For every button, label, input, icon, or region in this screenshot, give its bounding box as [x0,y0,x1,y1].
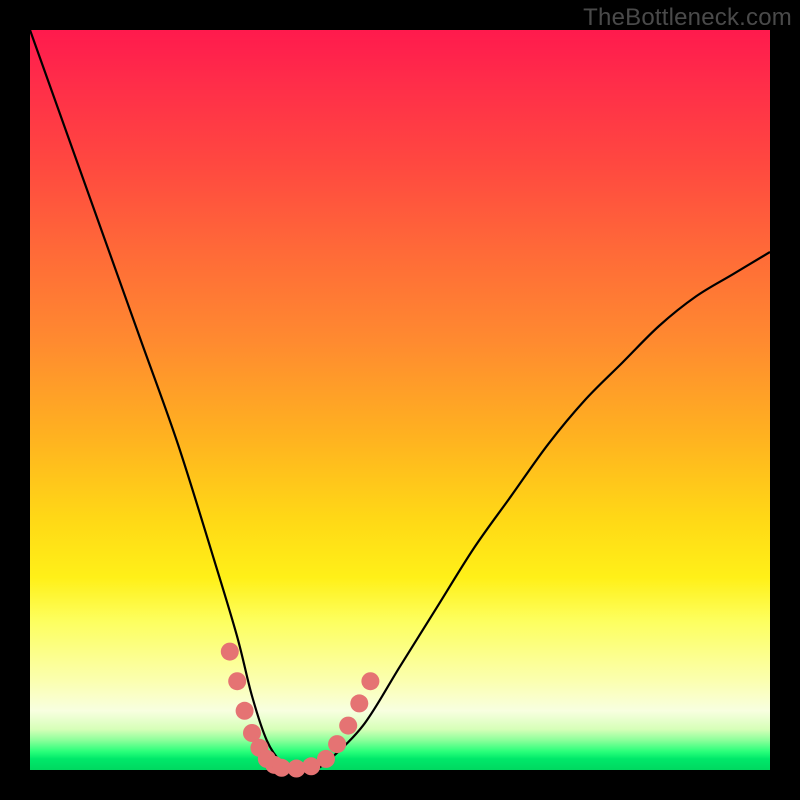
watermark-text: TheBottleneck.com [583,4,792,32]
chart-svg [30,30,770,770]
curve-marker [228,672,246,690]
curve-marker [339,717,357,735]
curve-marker [328,735,346,753]
curve-marker [350,694,368,712]
curve-marker [221,643,239,661]
chart-plot-area [30,30,770,770]
curve-marker [361,672,379,690]
curve-marker [317,750,335,768]
chart-frame: TheBottleneck.com [0,0,800,800]
bottleneck-curve [30,30,770,771]
curve-marker [236,702,254,720]
